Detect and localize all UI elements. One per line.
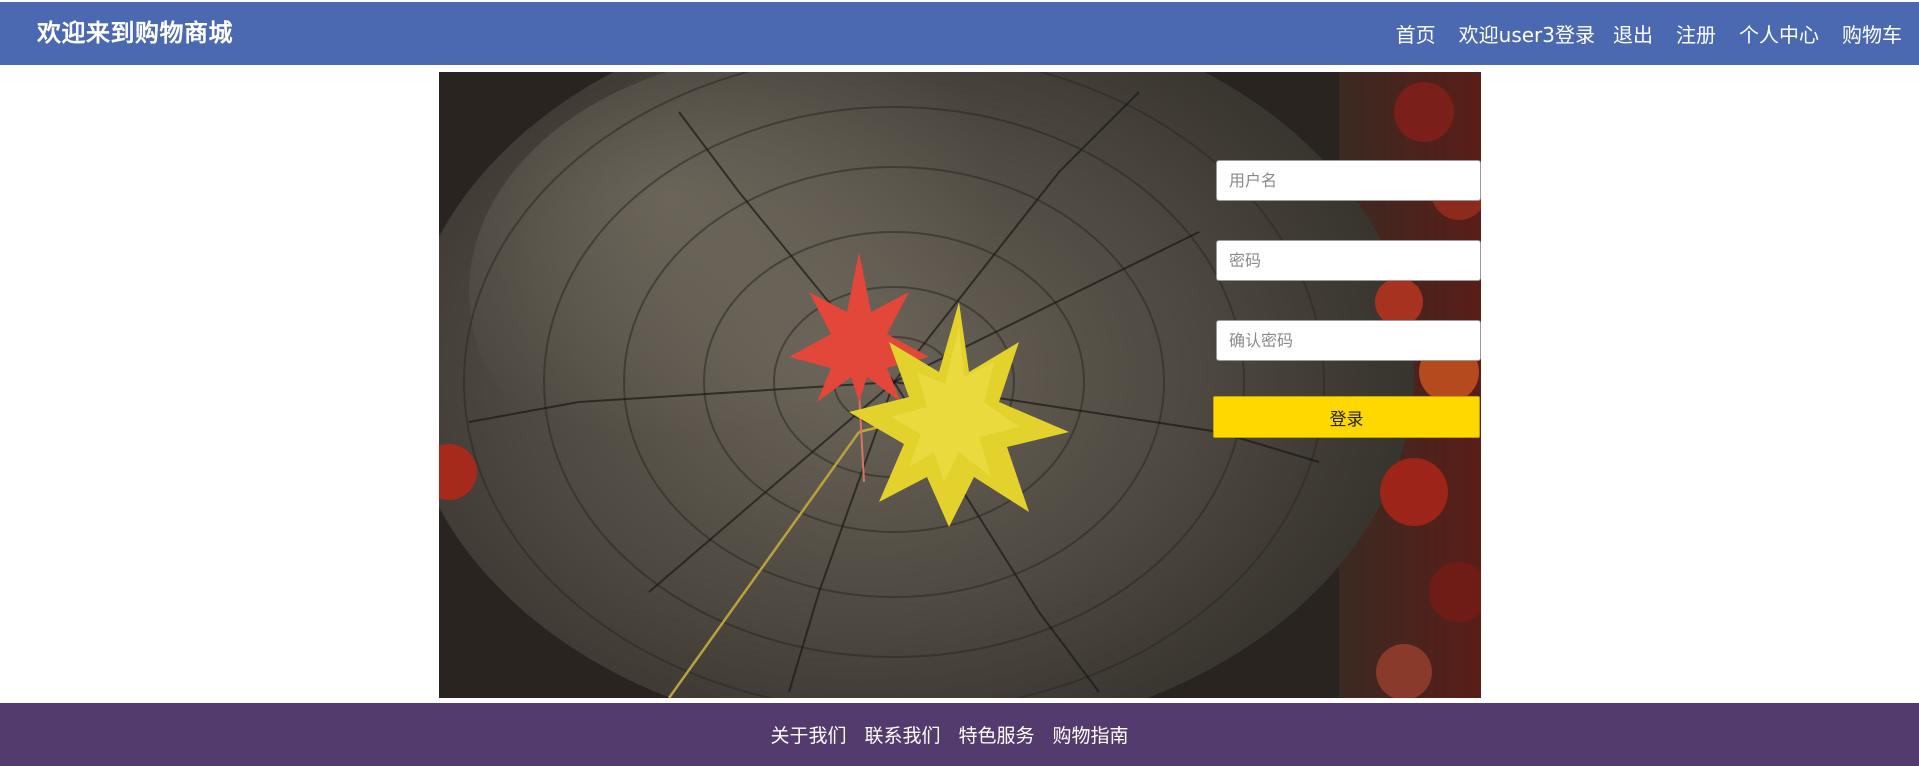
nav-logout-link[interactable]: 退出 <box>1613 19 1653 48</box>
nav-menu: 首页 欢迎user3登录 退出 注册 个人中心 购物车 <box>1373 2 1902 65</box>
username-input[interactable] <box>1216 160 1481 201</box>
nav-welcome-user-link[interactable]: 欢迎user3登录 <box>1459 19 1595 48</box>
confirm-password-input[interactable] <box>1216 320 1481 361</box>
login-button[interactable]: 登录 <box>1213 396 1480 438</box>
password-input[interactable] <box>1216 240 1481 281</box>
top-navbar: 欢迎来到购物商城 首页 欢迎user3登录 退出 注册 个人中心 购物车 <box>0 2 1919 65</box>
nav-home-link[interactable]: 首页 <box>1396 19 1436 48</box>
footer-bar: 关于我们 联系我们 特色服务 购物指南 <box>0 703 1919 766</box>
footer-services-link[interactable]: 特色服务 <box>959 721 1035 748</box>
footer-contact-link[interactable]: 联系我们 <box>864 721 940 748</box>
nav-profile-link[interactable]: 个人中心 <box>1739 19 1819 48</box>
site-title: 欢迎来到购物商城 <box>37 19 233 47</box>
footer-links: 关于我们 联系我们 特色服务 购物指南 <box>761 721 1137 748</box>
footer-about-link[interactable]: 关于我们 <box>770 721 846 748</box>
nav-register-link[interactable]: 注册 <box>1676 19 1716 48</box>
footer-guide-link[interactable]: 购物指南 <box>1053 721 1129 748</box>
nav-cart-link[interactable]: 购物车 <box>1842 19 1902 48</box>
